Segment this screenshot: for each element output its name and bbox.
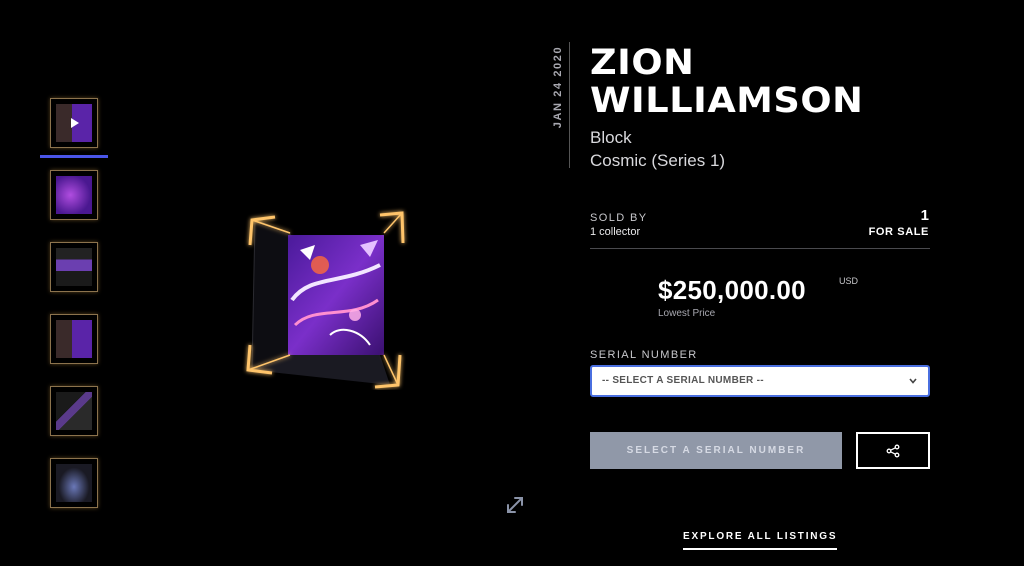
thumbnail-art [56,176,92,214]
thumbnail-2[interactable] [50,170,98,220]
set-name: Cosmic (Series 1) [590,151,726,170]
thumbnail-art [56,392,92,430]
for-sale-label: FOR SALE [868,226,929,238]
moment-date: JAN 24 2020 [549,42,567,132]
select-serial-button[interactable]: SELECT A SERIAL NUMBER [590,432,842,469]
moment-date-text: JAN 24 2020 [552,45,564,129]
play-icon [71,118,79,128]
expand-icon[interactable] [504,494,526,516]
sold-by-label: SOLD BY [590,212,648,224]
thumbnail-3[interactable] [50,242,98,292]
serial-number-selected: -- SELECT A SERIAL NUMBER -- [602,375,764,386]
share-button[interactable] [856,432,930,469]
thumbnail-6[interactable] [50,458,98,508]
price-currency: USD [839,276,859,286]
thumbnail-5[interactable] [50,386,98,436]
thumbnail-4[interactable] [50,314,98,364]
thumbnail-art [56,248,92,286]
serial-number-label: SERIAL NUMBER [590,349,698,361]
thumbnail-art [56,464,92,502]
for-sale-count: 1 [920,207,929,224]
play-type: Block [590,128,632,147]
serial-number-select[interactable]: -- SELECT A SERIAL NUMBER -- [590,365,930,397]
moment-cube-viewer[interactable] [230,205,410,390]
thumbnail-1[interactable] [50,98,98,148]
player-name-line1: ZION [590,43,695,83]
explore-all-listings-link[interactable]: EXPLORE ALL LISTINGS [683,531,838,550]
player-name: ZION WILLIAMSON [590,44,863,120]
active-thumbnail-indicator [40,155,108,158]
date-divider [569,42,570,168]
price-caption: Lowest Price [658,308,716,319]
chevron-down-icon [909,378,917,384]
share-icon [886,444,900,458]
listing-divider [590,248,930,249]
thumbnail-art [56,320,92,358]
lowest-price: $250,000.00 [658,275,806,305]
sold-by-value: 1 collector [590,226,641,238]
player-name-line2: WILLIAMSON [590,81,864,121]
